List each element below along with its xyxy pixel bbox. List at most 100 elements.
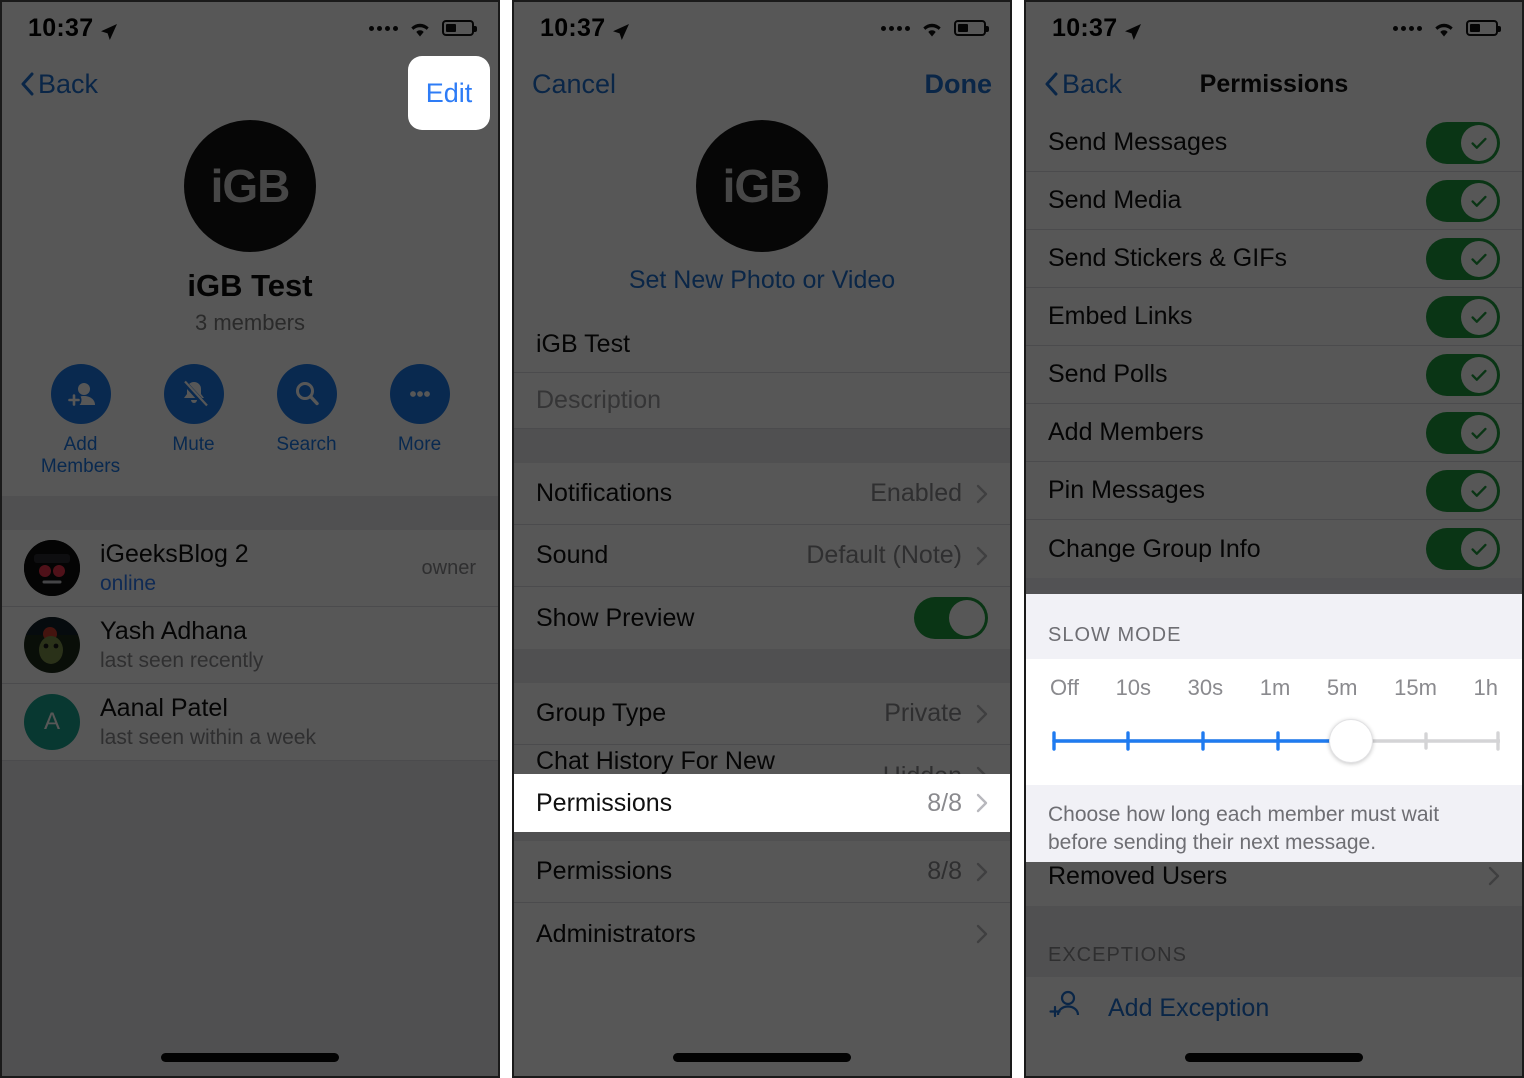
show-preview-toggle[interactable]	[914, 597, 988, 639]
screen-permissions: 10:37 Back Permissions Send Messages Sen…	[1026, 2, 1522, 1076]
row-value: Default (Note)	[806, 541, 962, 569]
group-profile-header: iGB iGB Test 3 members	[2, 114, 498, 360]
action-more[interactable]: More	[372, 364, 468, 478]
slow-mode-tick[interactable]: 1h	[1474, 675, 1498, 701]
row-send-messages[interactable]: Send Messages	[1026, 114, 1522, 172]
group-description-input[interactable]: Description	[514, 373, 1010, 429]
slow-mode-tick[interactable]: 30s	[1188, 675, 1223, 701]
done-button[interactable]: Done	[925, 69, 993, 100]
home-indicator	[161, 1053, 339, 1062]
slow-mode-slider-body: Off 10s 30s 1m 5m 15m 1h	[1026, 659, 1522, 785]
list-item-text: Aanal Patel last seen within a week	[100, 694, 316, 750]
row-embed-links[interactable]: Embed Links	[1026, 288, 1522, 346]
row-label: Embed Links	[1048, 302, 1193, 330]
magnifier-icon	[276, 364, 337, 424]
row-administrators[interactable]: Administrators	[514, 903, 1010, 965]
permissions-admin-list: Permissions 8/8 Administrators	[514, 841, 1010, 965]
battery-icon	[1466, 20, 1501, 36]
toggle-embed-links[interactable]	[1426, 295, 1500, 338]
group-avatar[interactable]: iGB	[184, 120, 316, 252]
toggle-send-stickers-gifs[interactable]	[1426, 237, 1500, 280]
bell-slash-icon	[163, 364, 224, 424]
add-exception-row[interactable]: Add Exception	[1026, 977, 1522, 1039]
back-label: Back	[38, 68, 99, 99]
location-arrow-icon	[1124, 19, 1142, 40]
row-send-polls[interactable]: Send Polls	[1026, 346, 1522, 404]
status-bar-indicators	[369, 19, 477, 38]
permissions-row[interactable]: Permissions 8/8	[514, 774, 1010, 832]
list-item[interactable]: A Aanal Patel last seen within a week	[2, 684, 498, 761]
status-bar-indicators	[881, 19, 989, 38]
slow-mode-header: SLOW MODE	[1048, 624, 1182, 646]
battery-icon	[954, 20, 989, 36]
group-avatar[interactable]: iGB	[696, 120, 828, 252]
row-group-type[interactable]: Group Type Private	[514, 683, 1010, 745]
chevron-right-icon	[976, 546, 988, 566]
nav-bar: Cancel Done	[514, 54, 1010, 114]
row-change-group-info[interactable]: Change Group Info	[1026, 520, 1522, 578]
member-role-badge: owner	[421, 556, 476, 579]
row-send-stickers-gifs[interactable]: Send Stickers & GIFs	[1026, 230, 1522, 288]
screen-edit-group: 10:37 Cancel Done iGB Set New Photo or V…	[514, 2, 1010, 1076]
row-notifications[interactable]: Notifications Enabled	[514, 463, 1010, 525]
add-person-icon	[50, 364, 111, 424]
toggle-send-media[interactable]	[1426, 179, 1500, 222]
slow-mode-tick[interactable]: 15m	[1394, 675, 1437, 701]
cancel-button[interactable]: Cancel	[532, 69, 616, 100]
row-label: Show Preview	[536, 603, 695, 632]
section-gap	[1026, 906, 1522, 916]
status-time: 10:37	[540, 13, 606, 42]
wifi-icon	[1431, 19, 1457, 38]
slow-mode-tick[interactable]: 1m	[1260, 675, 1291, 701]
slow-mode-card: SLOW MODE Off 10s 30s 1m 5m 15m 1h Choos…	[1026, 594, 1522, 862]
action-mute[interactable]: Mute	[146, 364, 242, 478]
permissions-row-count: 8/8	[927, 788, 962, 817]
toggle-send-messages[interactable]	[1426, 121, 1500, 164]
action-button-row: Add Members Mute Search More	[2, 360, 498, 496]
action-add-members[interactable]: Add Members	[33, 364, 129, 478]
row-label: Send Messages	[1048, 128, 1228, 156]
member-status: last seen recently	[100, 649, 264, 672]
back-button[interactable]: Back	[1044, 69, 1122, 100]
toggle-add-members[interactable]	[1426, 411, 1500, 454]
slow-mode-slider-thumb[interactable]	[1329, 719, 1373, 763]
list-item[interactable]: iGeeksBlog 2 online owner	[2, 530, 498, 607]
row-send-media[interactable]: Send Media	[1026, 172, 1522, 230]
ellipsis-icon	[389, 364, 450, 424]
back-button[interactable]: Back	[20, 69, 98, 100]
group-name-input[interactable]: iGB Test	[514, 317, 1010, 373]
slow-mode-tick[interactable]: Off	[1050, 675, 1079, 701]
add-exception-label: Add Exception	[1108, 993, 1270, 1022]
cellular-dots-icon	[369, 25, 398, 31]
slow-mode-tick[interactable]: 10s	[1116, 675, 1151, 701]
row-add-members[interactable]: Add Members	[1026, 404, 1522, 462]
screen-group-info: 10:37 Back iGB iGB Test 3 members Add Me…	[2, 2, 498, 1076]
list-item[interactable]: Yash Adhana last seen recently	[2, 607, 498, 684]
member-name: Aanal Patel	[100, 694, 228, 722]
status-time: 10:37	[1052, 13, 1118, 42]
slow-mode-tick[interactable]: 5m	[1327, 675, 1358, 701]
phone-panel-group-info: 10:37 Back iGB iGB Test 3 members Add Me…	[0, 0, 500, 1078]
chevron-right-icon	[976, 862, 988, 882]
home-indicator	[1185, 1053, 1363, 1062]
slow-mode-footnote: Choose how long each member must wait be…	[1048, 803, 1440, 855]
set-new-photo-button[interactable]: Set New Photo or Video	[514, 252, 1010, 317]
row-sound[interactable]: Sound Default (Note)	[514, 525, 1010, 587]
action-label: Mute	[172, 434, 215, 455]
location-arrow-icon	[612, 19, 630, 40]
slow-mode-slider[interactable]	[1048, 719, 1500, 763]
phone-panel-permissions: 10:37 Back Permissions Send Messages Sen…	[1024, 0, 1524, 1078]
toggle-change-group-info[interactable]	[1426, 528, 1500, 570]
section-gap	[2, 496, 498, 530]
row-permissions-underlay[interactable]: Permissions 8/8	[514, 841, 1010, 903]
notification-settings-list: Notifications Enabled Sound Default (Not…	[514, 463, 1010, 649]
nav-bar: Back Permissions	[1026, 54, 1522, 114]
row-show-preview[interactable]: Show Preview	[514, 587, 1010, 649]
row-pin-messages[interactable]: Pin Messages	[1026, 462, 1522, 520]
row-value: 8/8	[927, 857, 962, 885]
edit-button[interactable]: Edit	[408, 56, 490, 130]
row-label: Group Type	[536, 699, 667, 727]
action-search[interactable]: Search	[259, 364, 355, 478]
toggle-pin-messages[interactable]	[1426, 469, 1500, 512]
toggle-send-polls[interactable]	[1426, 353, 1500, 396]
